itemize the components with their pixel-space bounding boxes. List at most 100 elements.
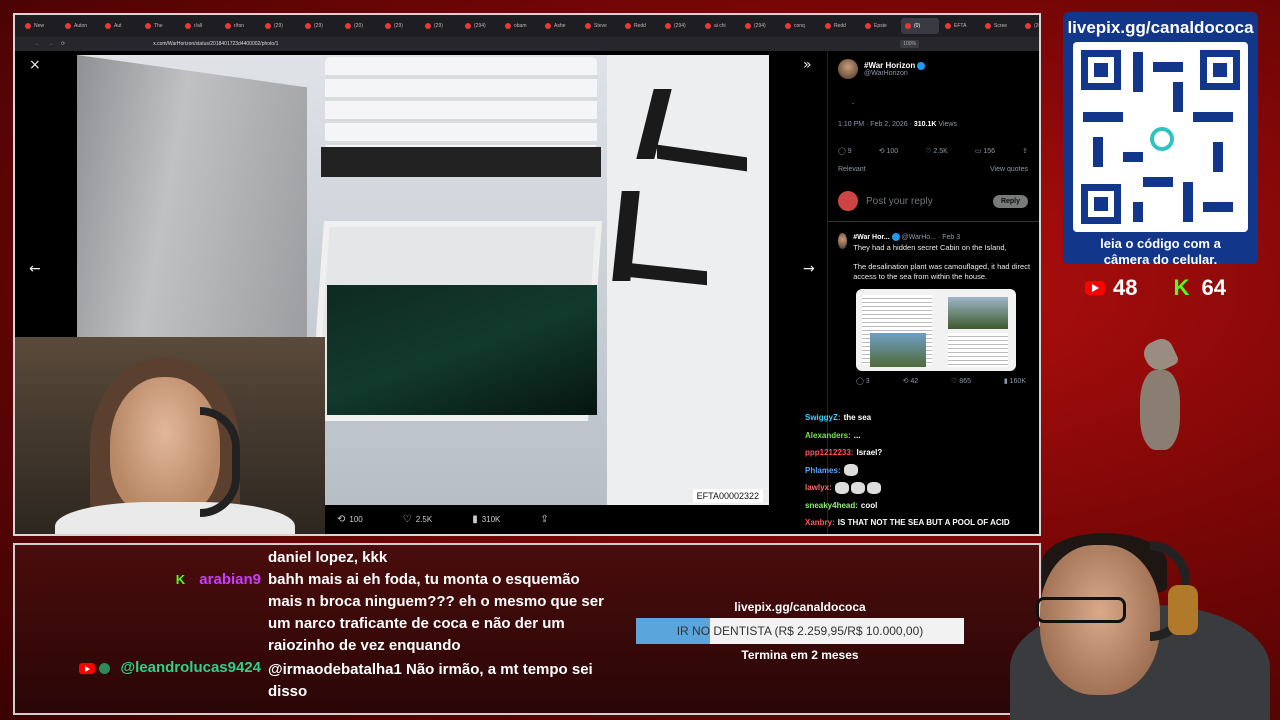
reply-post-header: #War Hor... @WarHo... · Feb 3 They had a… bbox=[838, 233, 1034, 283]
tab-favicon-icon bbox=[145, 23, 151, 29]
browser-tab[interactable]: Auton bbox=[61, 18, 99, 34]
repost-count: 100 bbox=[886, 148, 899, 155]
reply-input[interactable]: Post your reply bbox=[866, 196, 985, 207]
stream-chat-line: sneaky4head: cool bbox=[805, 497, 1039, 515]
browser-tab[interactable]: (29) bbox=[381, 18, 419, 34]
reply-replies[interactable]: ◯ 3 bbox=[856, 377, 870, 385]
view-count: 310K bbox=[481, 514, 501, 524]
kick-icon: K bbox=[1173, 275, 1190, 300]
browser-tab[interactable]: Ashe bbox=[541, 18, 579, 34]
browser-tab[interactable]: conq bbox=[781, 18, 819, 34]
stream-chat-username[interactable]: Xanbry: bbox=[805, 518, 835, 527]
browser-tab[interactable]: r/all bbox=[181, 18, 219, 34]
close-viewer-button[interactable]: × bbox=[29, 57, 41, 73]
browser-tab[interactable]: (294) bbox=[461, 18, 499, 34]
browser-tab[interactable]: Epste bbox=[861, 18, 899, 34]
browser-tab[interactable]: (294) bbox=[661, 18, 699, 34]
stream-chat-username[interactable]: realitts: bbox=[805, 536, 834, 537]
next-photo-button[interactable]: → bbox=[803, 261, 815, 277]
zoom-badge[interactable]: 100% bbox=[900, 40, 919, 48]
browser-tab[interactable]: (294) bbox=[741, 18, 779, 34]
url-field[interactable]: x.com/WarHorizon/status/2018401723d44000… bbox=[153, 41, 278, 47]
tab-label: (29) bbox=[394, 23, 403, 29]
browser-tab[interactable]: (29) bbox=[261, 18, 299, 34]
tab-favicon-icon bbox=[745, 23, 751, 29]
browser-tab[interactable]: r/ton bbox=[221, 18, 259, 34]
stream-chat-username[interactable]: Phlames: bbox=[805, 466, 841, 475]
stream-chat-username[interactable]: SwiggyZ: bbox=[805, 413, 841, 422]
reply-stat[interactable]: ◯ 9 bbox=[838, 147, 852, 155]
reply-date: · Feb 3 bbox=[937, 233, 961, 241]
chat-username-leandrolucas[interactable]: @leandrolucas9424 bbox=[120, 659, 261, 676]
author-name: #War Horizon bbox=[864, 61, 926, 70]
qr-module bbox=[1153, 62, 1183, 72]
tab-label: (294) bbox=[754, 23, 766, 29]
reply-views[interactable]: ▮ 160K bbox=[1004, 377, 1026, 385]
youtube-count-value: 48 bbox=[1113, 275, 1138, 300]
browser-tab[interactable]: ai chi bbox=[701, 18, 739, 34]
repost-action[interactable]: ⟲ 100 bbox=[337, 514, 363, 525]
browser-tab[interactable]: Redd bbox=[621, 18, 659, 34]
repost-stat[interactable]: ⟲ 100 bbox=[879, 147, 899, 155]
image-caption: EFTA00002322 bbox=[692, 489, 763, 503]
qr-module bbox=[1183, 182, 1193, 222]
tweet-time[interactable]: 1:10 PM · Feb 2, 2026 · bbox=[838, 121, 914, 128]
stream-chat-username[interactable]: sneaky4head: bbox=[805, 501, 858, 510]
reply-button[interactable]: Reply bbox=[992, 194, 1028, 208]
tweet-author[interactable]: #War Horizon @WarHorizon bbox=[838, 59, 926, 79]
bookmark-stat[interactable]: ▭ 156 bbox=[975, 147, 995, 155]
reply-likes[interactable]: ♡ 865 bbox=[951, 377, 971, 385]
views-action[interactable]: ▮ 310K bbox=[472, 514, 500, 525]
browser-tab[interactable]: (20) bbox=[1021, 18, 1039, 34]
address-bar: ← → ⟳ x.com/WarHorizon/status/2018401723… bbox=[15, 37, 1039, 51]
stream-chat-username[interactable]: ppp1212233: bbox=[805, 448, 853, 457]
glasses-icon bbox=[1036, 597, 1126, 623]
browser-tab[interactable]: (29) bbox=[301, 18, 339, 34]
browser-tab[interactable]: EFTA bbox=[941, 18, 979, 34]
reply-post[interactable]: #War Hor... @WarHo... · Feb 3 They had a… bbox=[838, 233, 1034, 385]
previous-photo-button[interactable]: ← bbox=[29, 261, 41, 277]
goal-progress-bar: IR NO DENTISTA (R$ 2.259,95/R$ 10.000,00… bbox=[636, 618, 964, 644]
stream-chat-line: Alexanders:... bbox=[805, 427, 1039, 445]
view-quotes-link[interactable]: View quotes bbox=[990, 166, 1028, 173]
reload-icon[interactable]: ⟳ bbox=[61, 41, 65, 47]
qr-module bbox=[1143, 177, 1173, 187]
back-icon[interactable]: ← bbox=[35, 41, 40, 47]
reply-author-avatar[interactable] bbox=[838, 233, 848, 249]
chat-username-arabian9[interactable]: arabian9 bbox=[199, 571, 261, 588]
browser-tab[interactable]: (29) bbox=[421, 18, 459, 34]
browser-tab[interactable]: (20) bbox=[341, 18, 379, 34]
qr-instruction-line-1: leia o código com a bbox=[1100, 236, 1221, 251]
reply-reposts[interactable]: ⟲ 42 bbox=[903, 377, 919, 385]
verified-icon bbox=[891, 233, 900, 241]
stream-chat-line: lawlyx: bbox=[805, 479, 1039, 497]
like-stat[interactable]: ♡ 2.5K bbox=[925, 147, 948, 155]
browser-tab[interactable]: (0) bbox=[901, 18, 939, 34]
stream-chat-text: Israel? bbox=[856, 448, 883, 457]
tab-label: (294) bbox=[674, 23, 686, 29]
share-action[interactable]: ⇪ bbox=[540, 514, 552, 525]
tab-label: r/ton bbox=[234, 23, 245, 29]
stream-chat-username[interactable]: Alexanders: bbox=[805, 431, 851, 440]
collapse-panel-button[interactable]: » bbox=[803, 57, 812, 73]
like-action[interactable]: ♡ 2.5K bbox=[403, 514, 432, 525]
repost-icon: ⟲ bbox=[337, 513, 346, 525]
share-icon[interactable]: ⇪ bbox=[1022, 147, 1028, 155]
like-count: 2.5K bbox=[415, 514, 433, 524]
tab-label: conq bbox=[794, 23, 805, 29]
browser-tab[interactable]: Steve bbox=[581, 18, 619, 34]
browser-tab[interactable]: The bbox=[141, 18, 179, 34]
forward-icon[interactable]: → bbox=[48, 41, 53, 47]
browser-tab[interactable]: Redd bbox=[821, 18, 859, 34]
reply-sort-row: Relevant View quotes bbox=[838, 166, 1028, 173]
chat-emote-icon bbox=[866, 481, 881, 494]
browser-tab[interactable]: New bbox=[21, 18, 59, 34]
author-avatar[interactable] bbox=[838, 59, 858, 79]
stream-chat-username[interactable]: lawlyx: bbox=[805, 483, 832, 492]
reply-image-card[interactable] bbox=[856, 288, 1016, 371]
relevant-dropdown[interactable]: Relevant bbox=[838, 166, 866, 173]
browser-tab[interactable]: Aut bbox=[101, 18, 139, 34]
photo-salt-sacks bbox=[325, 57, 597, 149]
browser-tab[interactable]: obam bbox=[501, 18, 539, 34]
browser-tab[interactable]: Scree bbox=[981, 18, 1019, 34]
